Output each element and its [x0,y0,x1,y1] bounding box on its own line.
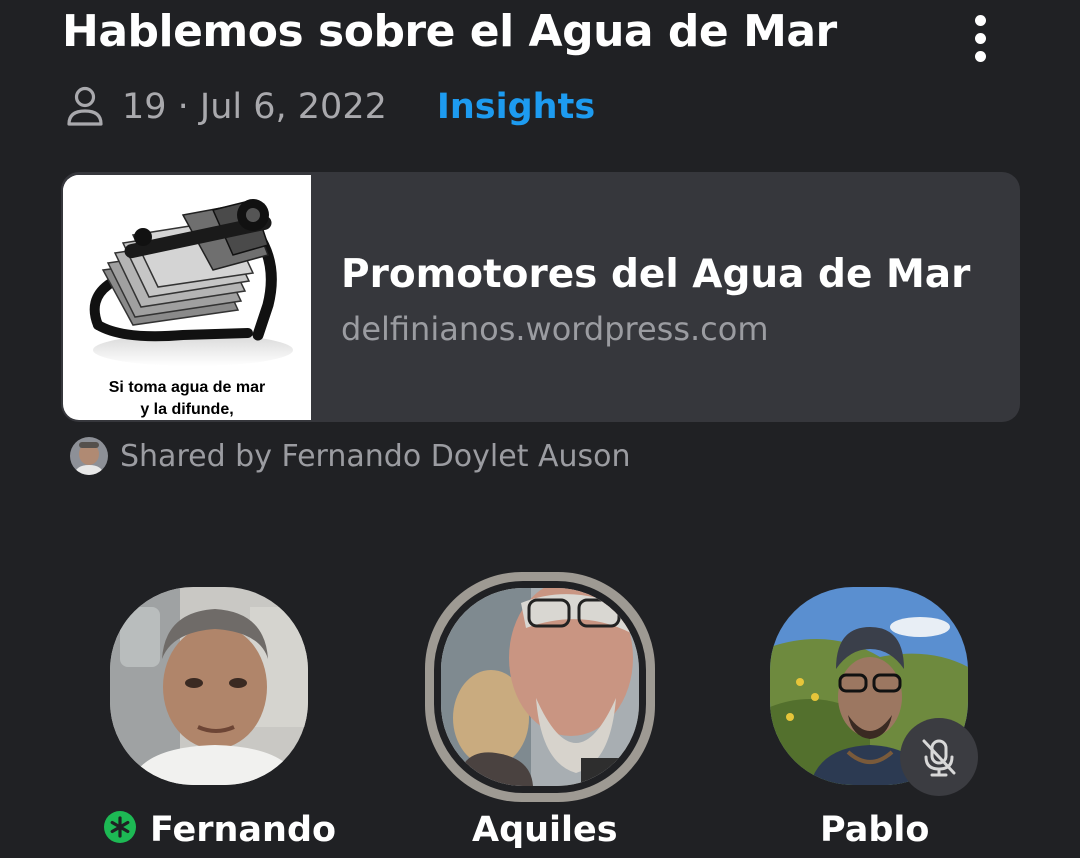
shared-by-text: Shared by Fernando Doylet Auson [120,438,631,474]
space-title: Hablemos sobre el Agua de Mar [62,6,837,57]
more-dot-icon [974,14,986,26]
speaker-name-aquiles: Aquiles [472,810,618,850]
speaker-name-pablo: Pablo [820,810,930,850]
sharer-avatar [70,437,108,475]
more-dot-icon [974,32,986,44]
mic-off-icon [922,739,956,777]
link-title: Promotores del Agua de Mar [341,252,971,297]
person-icon [67,86,103,126]
shared-by-row: Shared by Fernando Doylet Auson [70,436,631,476]
link-url: delfinianos.wordpress.com [341,310,769,348]
link-card[interactable]: Si toma agua de mar y la difunde, Promot… [61,172,1020,422]
muted-mic-indicator [900,718,978,796]
listener-count-date: 19 · Jul 6, 2022 [122,87,387,127]
host-asterisk-icon [104,811,136,843]
speaker-avatar-aquiles[interactable] [434,581,646,793]
thumbnail-caption: Si toma agua de mar y la difunde, [108,379,266,418]
more-dot-icon [974,50,986,62]
speaker-avatar-fernando[interactable] [110,587,308,785]
more-options-button[interactable] [958,14,1002,62]
rolodex-image [63,175,311,375]
insights-link[interactable]: Insights [437,87,595,127]
space-meta-row: 19 · Jul 6, 2022 Insights [66,84,595,130]
link-thumbnail: Si toma agua de mar y la difunde, [63,175,311,420]
speaker-name-fernando: Fernando [104,810,336,850]
